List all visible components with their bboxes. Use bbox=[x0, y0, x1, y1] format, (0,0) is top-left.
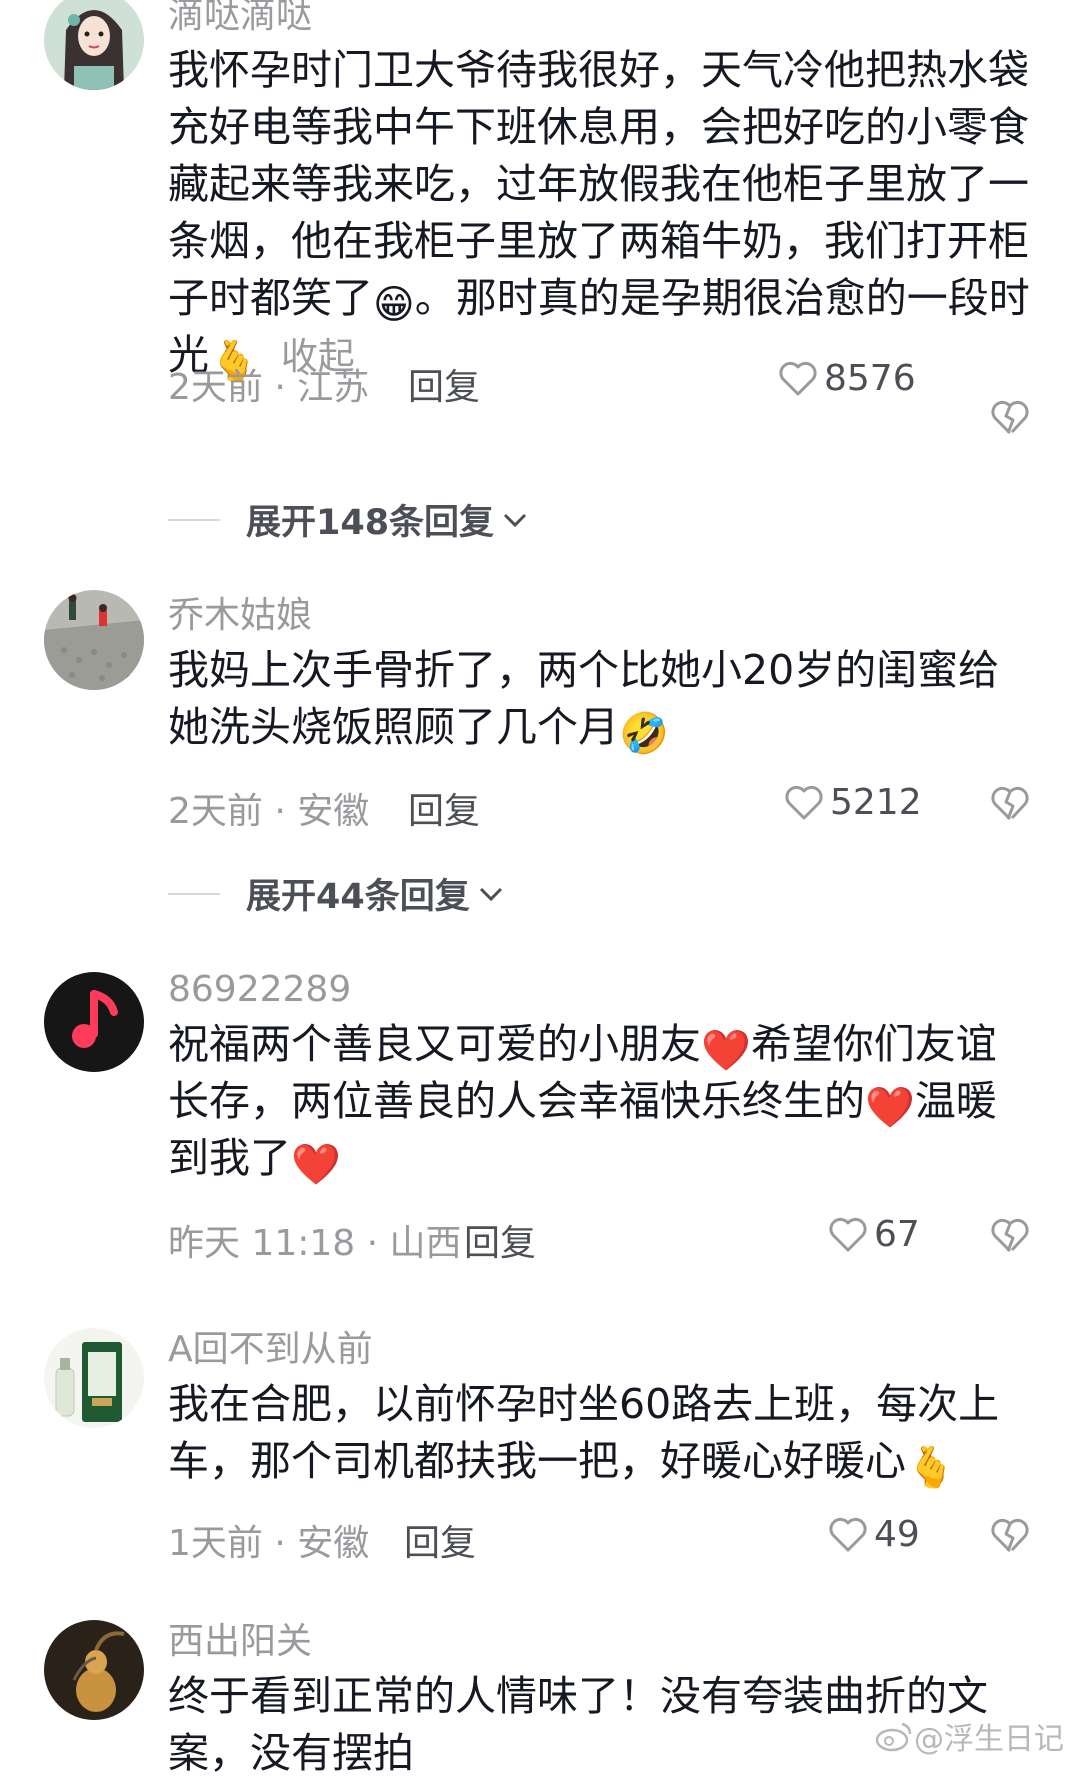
broken-heart-icon bbox=[991, 1518, 1029, 1553]
comment-text-part: 我妈上次手骨折了，两个比她小20岁的闺蜜给她洗头烧饭照顾了几个月 bbox=[168, 646, 1000, 751]
like-button[interactable]: 8576 bbox=[778, 358, 916, 399]
finger-heart-emoji-icon: 🫰 bbox=[906, 1445, 956, 1491]
reply-button[interactable]: 回复 bbox=[404, 1514, 476, 1566]
reply-button[interactable]: 回复 bbox=[408, 782, 480, 834]
expand-replies-button[interactable]: 展开148条回复 bbox=[168, 494, 530, 545]
comment-text: 我在合肥，以前怀孕时坐60路去上班，每次上车，那个司机都扶我一把，好暖心好暖心🫰 bbox=[168, 1376, 1030, 1490]
comment-text-part: 我在合肥，以前怀孕时坐60路去上班，每次上车，那个司机都扶我一把，好暖心好暖心 bbox=[168, 1380, 1000, 1485]
expand-replies-label: 展开148条回复 bbox=[246, 503, 495, 543]
comment-text-part: 祝福两个善良又可爱的小朋友 bbox=[168, 1020, 701, 1068]
comment-text: 我妈上次手骨折了，两个比她小20岁的闺蜜给她洗头烧饭照顾了几个月🤣 bbox=[168, 642, 1030, 756]
chevron-down-icon bbox=[504, 513, 527, 527]
comment-username[interactable]: A回不到从前 bbox=[168, 1328, 373, 1372]
heart-emoji-icon: ❤️ bbox=[701, 1028, 751, 1074]
chevron-down-icon bbox=[479, 887, 502, 901]
comment-text-part: 终于看到正常的人情味了！没有夸装曲折的文案，没有摆拍 bbox=[168, 1672, 988, 1777]
avatar[interactable] bbox=[44, 972, 144, 1072]
heart-outline-icon bbox=[829, 1517, 867, 1551]
comment-username[interactable]: 乔木姑娘 bbox=[168, 594, 312, 638]
broken-heart-icon bbox=[991, 1218, 1029, 1253]
like-count: 49 bbox=[874, 1514, 920, 1555]
heart-outline-icon bbox=[829, 1217, 867, 1251]
dislike-button[interactable] bbox=[990, 400, 1030, 440]
comment-text: 我怀孕时门卫大爷待我很好，天气冷他把热水袋充好电等我中午下班休息用，会把好吃的小… bbox=[168, 42, 1030, 385]
like-count: 5212 bbox=[830, 782, 922, 823]
comment-time-location: 1天前 · 安徽 bbox=[168, 1523, 370, 1564]
heart-outline-icon bbox=[785, 785, 823, 819]
like-count: 8576 bbox=[824, 358, 916, 399]
comment-username[interactable]: 86922289 bbox=[168, 968, 351, 1012]
comment-time-location: 2天前 · 江苏 bbox=[168, 367, 370, 408]
heart-emoji-icon: ❤️ bbox=[865, 1085, 915, 1131]
reply-button[interactable]: 回复 bbox=[464, 1214, 536, 1266]
comment-text: 祝福两个善良又可爱的小朋友❤️希望你们友谊长存，两位善良的人会幸福快乐终生的❤️… bbox=[168, 1016, 1030, 1187]
broken-heart-icon bbox=[991, 400, 1029, 435]
watermark-text: @浮生日记 bbox=[914, 1722, 1064, 1757]
weibo-logo-icon bbox=[875, 1722, 912, 1752]
broken-heart-icon bbox=[991, 786, 1029, 821]
comment-username[interactable]: 滴哒滴哒 bbox=[168, 0, 312, 38]
heart-outline-icon bbox=[779, 361, 817, 395]
like-button[interactable]: 49 bbox=[828, 1514, 920, 1555]
comment-time-location: 2天前 · 安徽 bbox=[168, 791, 370, 832]
like-button[interactable]: 67 bbox=[828, 1214, 920, 1255]
watermark: @浮生日记 bbox=[874, 1714, 1064, 1758]
rofl-emoji-icon: 🤣 bbox=[619, 711, 669, 757]
reply-button[interactable]: 回复 bbox=[408, 358, 480, 410]
dislike-button[interactable] bbox=[990, 1518, 1030, 1558]
avatar[interactable] bbox=[44, 0, 144, 90]
like-count: 67 bbox=[874, 1214, 920, 1255]
grin-emoji-icon: 😁 bbox=[373, 282, 415, 328]
avatar[interactable] bbox=[44, 1328, 144, 1428]
dislike-button[interactable] bbox=[990, 1218, 1030, 1258]
divider-line bbox=[168, 892, 220, 895]
like-button[interactable]: 5212 bbox=[784, 782, 922, 823]
heart-emoji-icon: ❤️ bbox=[291, 1142, 341, 1188]
dislike-button[interactable] bbox=[990, 786, 1030, 826]
avatar[interactable] bbox=[44, 1620, 144, 1720]
divider-line bbox=[168, 518, 220, 521]
comment-time-location: 昨天 11:18 · 山西 bbox=[168, 1223, 462, 1264]
expand-replies-label: 展开44条回复 bbox=[246, 877, 470, 917]
expand-replies-button[interactable]: 展开44条回复 bbox=[168, 868, 506, 919]
comment-username[interactable]: 西出阳关 bbox=[168, 1620, 312, 1664]
avatar[interactable] bbox=[44, 590, 144, 690]
